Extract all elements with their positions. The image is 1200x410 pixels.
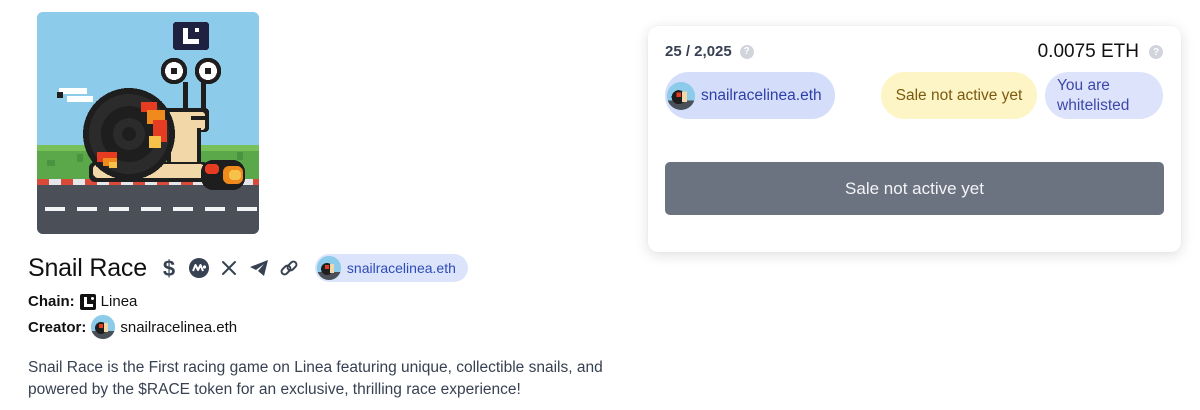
creator-pill-label: snailracelinea.eth — [701, 86, 822, 104]
whitelist-badge: You are whitelisted — [1045, 72, 1163, 119]
whitelist-line-2: whitelisted — [1057, 96, 1130, 114]
whitelist-line-1: You are — [1057, 76, 1110, 94]
creator-chip-label: snailracelinea.eth — [346, 260, 456, 276]
creator-avatar — [667, 81, 695, 110]
sale-status-badge: Sale not active yet — [881, 72, 1037, 119]
title-row: Snail Race $ snailracelinea.eth — [28, 252, 468, 284]
chain-row: Chain: Linea — [28, 293, 137, 310]
link-icon[interactable] — [277, 256, 301, 280]
mint-button[interactable]: Sale not active yet — [665, 162, 1164, 215]
supply-value: 25 / 2,025 — [665, 43, 732, 60]
creator-avatar — [91, 315, 116, 339]
chain-label: Chain: — [28, 293, 75, 310]
creator-label: Creator: — [28, 318, 87, 336]
svg-text:$: $ — [163, 256, 175, 280]
creator-pill[interactable]: snailracelinea.eth — [665, 72, 835, 119]
linea-icon — [79, 293, 96, 310]
collection-title: Snail Race — [28, 253, 147, 282]
creator-avatar — [316, 256, 341, 280]
mint-card: 25 / 2,025 ? 0.0075 ETH ? snailracelinea… — [648, 26, 1181, 252]
coinmarketcap-icon[interactable] — [187, 256, 211, 280]
creator-row: Creator: snailracelinea.eth — [28, 315, 237, 339]
chain-value: Linea — [100, 293, 138, 310]
supply-help-icon[interactable]: ? — [739, 44, 754, 59]
price-value: 0.0075 ETH — [1037, 41, 1139, 62]
price-help-icon[interactable]: ? — [1149, 45, 1163, 59]
dollar-icon[interactable]: $ — [157, 256, 181, 280]
telegram-icon[interactable] — [247, 256, 271, 280]
creator-chip[interactable]: snailracelinea.eth — [314, 254, 468, 282]
collection-description: Snail Race is the First racing game on L… — [28, 359, 603, 398]
collection-artwork — [37, 12, 259, 234]
x-icon[interactable] — [217, 256, 241, 280]
creator-name[interactable]: snailracelinea.eth — [120, 319, 237, 336]
price-display: 0.0075 ETH ? — [1038, 41, 1163, 63]
supply-counter: 25 / 2,025 ? — [665, 43, 754, 60]
